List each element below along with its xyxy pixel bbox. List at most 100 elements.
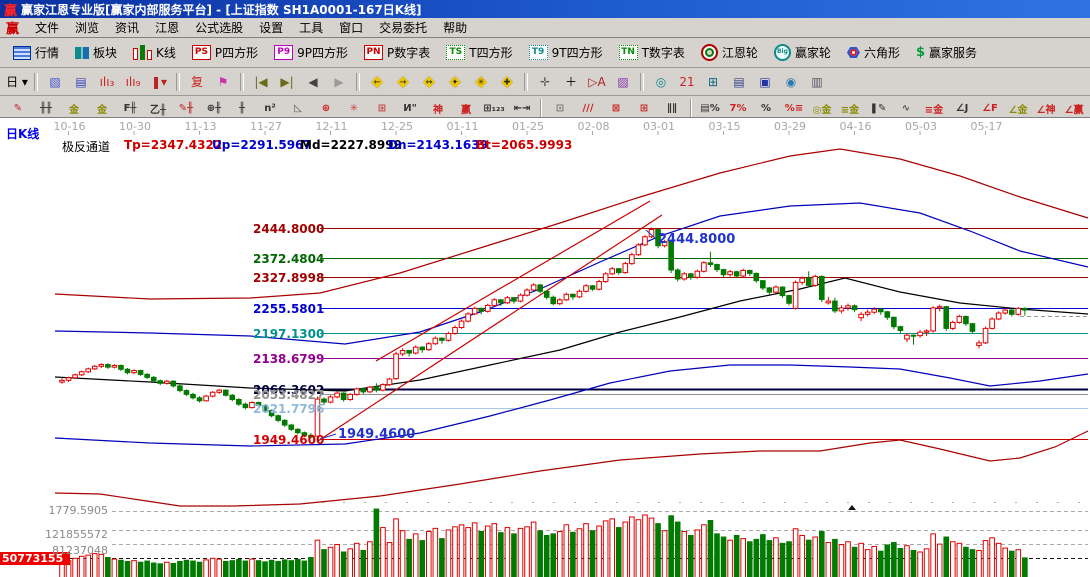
web-box-button[interactable]: ⊞ [368,98,396,119]
gold-comb-2-button[interactable]: 金 [88,98,116,119]
menu-item-7[interactable]: 窗口 [331,18,371,37]
gann-circle-button[interactable]: ⊕ [312,98,340,119]
toolbar-button-9p-square[interactable]: P99P四方形 [267,41,355,64]
candle-style-button[interactable]: ❚▾ [146,70,172,93]
toolbar-button-t-square[interactable]: TST四方形 [439,41,519,64]
pointer-label-button[interactable]: ▷A [584,70,610,93]
pen-tool-button[interactable]: ✎ [4,98,32,119]
gold-angle-button[interactable]: ∠金 [1004,98,1032,119]
menu-item-1[interactable]: 浏览 [67,18,107,37]
pattern-tool-button[interactable]: ▧ [42,70,68,93]
gold-comb-1-button[interactable]: 金 [60,98,88,119]
bars-9-button[interactable]: ılı₉ [120,70,146,93]
net-tool-button[interactable]: ◉ [778,70,804,93]
date-axis-label: 12-11 [316,120,348,133]
protractor-button[interactable]: ◺ [284,98,312,119]
last-page-button[interactable]: ▶| [274,70,300,93]
expand-button[interactable]: ◆✚ [494,70,520,93]
pencil-ruler-button[interactable]: ✎╫ [172,98,200,119]
toolbar-button-9t-square[interactable]: T99T四方形 [522,41,610,64]
shen-angle-button[interactable]: ∠神 [1032,98,1060,119]
pencil-candle-button[interactable]: ❚✎ [864,98,892,119]
gold-lines-button[interactable]: ≡金 [836,98,864,119]
parallel-lines-button[interactable]: ∥∥ [658,98,686,119]
fan-box-button[interactable]: ⊠ [602,98,630,119]
candlestick-chart[interactable] [0,118,1090,577]
toolbar-button-sectors[interactable]: 板块 [68,41,124,64]
price-annotation[interactable]: 1949.4600 [338,427,415,442]
toolbar-button-p-number-table[interactable]: PNP数字表 [357,41,437,64]
calculator-button[interactable]: ⊞ [700,70,726,93]
period-selector-button[interactable]: 日 ▾ [4,70,30,93]
j-angle-button[interactable]: ∠J [948,98,976,119]
stats-table-button[interactable]: ▤% [696,98,724,119]
f-comb-button[interactable]: F╫ [116,98,144,119]
zoom-horizontal-button[interactable]: ◆↔ [416,70,442,93]
save-button[interactable]: ▣ [752,70,778,93]
pan-left-button[interactable]: ◆← [364,70,390,93]
rect-tool-button[interactable]: ⊡ [546,98,574,119]
wave-tool-button[interactable]: ∿ [892,98,920,119]
menu-item-5[interactable]: 设置 [251,18,291,37]
toolbar-button-winner-service[interactable]: $赢家服务 [909,41,984,64]
toolbar-button-p-square[interactable]: PSP四方形 [185,41,265,64]
shen-comb-button[interactable]: 神 [424,98,452,119]
indicator-name[interactable]: 极反通道 [62,138,110,155]
toolbar-button-t-number-table[interactable]: TNT数字表 [612,41,692,64]
step-left-button[interactable]: ◀ [300,70,326,93]
win-angle-button[interactable]: ∠赢 [1060,98,1088,119]
spider-web-button[interactable]: ✳ [340,98,368,119]
win-comb-button[interactable]: 赢 [452,98,480,119]
info-board-button[interactable]: ▤ [68,70,94,93]
menu-item-9[interactable]: 帮助 [435,18,475,37]
toolbar-button-quotes[interactable]: 行情 [6,41,66,64]
fan-lines-button[interactable]: ∕∕∕ [574,98,602,119]
zoom-all-button[interactable]: ◆✳ [468,70,494,93]
compress-button[interactable]: ◆✦ [442,70,468,93]
restore-rights-button[interactable]: 复 [184,70,210,93]
volume-bar [774,538,779,577]
bars-3-button[interactable]: ılı₃ [94,70,120,93]
title-bar[interactable]: 赢 赢家江恩专业版[赢家内部服务平台] - [上证指数 SH1A0001-167… [0,0,1090,18]
menu-item-8[interactable]: 交易委托 [371,18,435,37]
notes-button[interactable]: ▤ [726,70,752,93]
candle-body [1003,310,1008,313]
toolbar-button-winner-wheel[interactable]: Big赢家轮 [767,41,838,64]
grid-box-button[interactable]: ⊞ [630,98,658,119]
chart-area[interactable]: 日K线 极反通道 50773155 2444.80002372.48042327… [0,117,1090,577]
toolbar-button-hexagon[interactable]: 六角形 [840,41,907,64]
gann-comb-button[interactable]: ╫╫ [32,98,60,119]
menu-item-4[interactable]: 公式选股 [187,18,251,37]
toolbar-button-kline[interactable]: K线 [126,41,183,64]
menu-item-0[interactable]: 文件 [27,18,67,37]
pan-right-button[interactable]: ◆→ [390,70,416,93]
eraser-tool-button[interactable]: ▨ [610,70,636,93]
percent-button[interactable]: % [752,98,780,119]
toolbar-button-gann-wheel[interactable]: 江恩轮 [694,41,765,64]
k-angle-button[interactable]: И" [396,98,424,119]
box-123-button[interactable]: ⊞₁₂₃ [480,98,508,119]
menu-item-3[interactable]: 江恩 [147,18,187,37]
spiral-comb-button[interactable]: 乙╫ [144,98,172,119]
n-square-button[interactable]: n² [256,98,284,119]
percent-lines-button[interactable]: %≡ [780,98,808,119]
price-annotation[interactable]: 2444.8000 [658,232,735,247]
step-right-button[interactable]: ▶ [326,70,352,93]
percent-7-button[interactable]: 7% [724,98,752,119]
hand-tool-button[interactable]: ✛ [532,70,558,93]
flag-marker-button[interactable]: ⚑ [210,70,236,93]
candle-body [675,270,680,279]
f-angle-button[interactable]: ∠F [976,98,1004,119]
printer-button[interactable]: ▥ [804,70,830,93]
search-button[interactable]: ◎ [648,70,674,93]
first-page-button[interactable]: |◀ [248,70,274,93]
calendar-21-button[interactable]: 21 [674,70,700,93]
gold-circle-button[interactable]: ◎金 [808,98,836,119]
crosshair-tool-button[interactable]: ＋ [558,70,584,93]
menu-item-2[interactable]: 资讯 [107,18,147,37]
gold-red-lines-button[interactable]: ≡金 [920,98,948,119]
comb-button[interactable]: ╫ [228,98,256,119]
menu-item-6[interactable]: 工具 [291,18,331,37]
span-arrows-button[interactable]: ⇤⇥ [508,98,536,119]
circle-comb-button[interactable]: ⊕╫ [200,98,228,119]
